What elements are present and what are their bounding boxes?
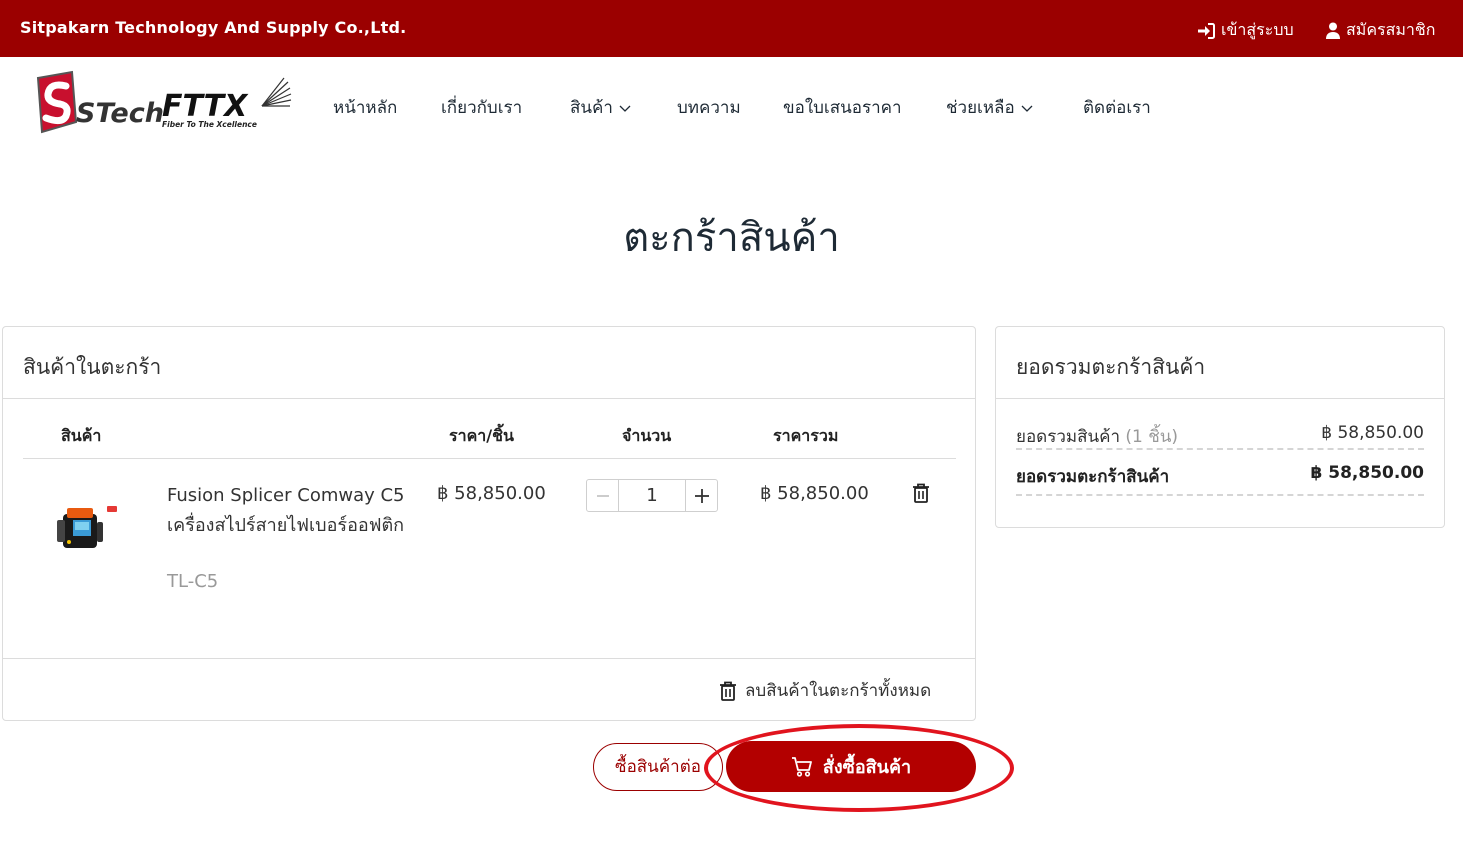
summary-heading: ยอดรวมตะกร้าสินค้า bbox=[1016, 355, 1206, 379]
chevron-down-icon bbox=[1021, 105, 1033, 112]
nav-item-about[interactable]: เกี่ยวกับเรา bbox=[441, 94, 522, 121]
plus-icon bbox=[694, 488, 709, 503]
unit-price: ฿ 58,850.00 bbox=[437, 483, 546, 504]
register-label: สมัครสมาชิก bbox=[1346, 20, 1436, 39]
column-header-total: ราคารวม bbox=[773, 426, 839, 445]
nav-item-contact[interactable]: ติดต่อเรา bbox=[1083, 94, 1151, 121]
subtotal-label: ยอดรวมสินค้า bbox=[1016, 427, 1121, 447]
line-total: ฿ 58,850.00 bbox=[760, 483, 869, 504]
cart-heading: สินค้าในตะกร้า bbox=[23, 355, 162, 379]
sign-in-icon bbox=[1198, 22, 1215, 39]
chevron-down-icon bbox=[619, 105, 631, 112]
nav-item-home[interactable]: หน้าหลัก bbox=[333, 94, 397, 121]
quantity-input[interactable]: 1 bbox=[619, 480, 685, 511]
divider bbox=[1016, 494, 1424, 496]
cart-panel: สินค้าในตะกร้า สินค้า ราคา/ชิ้น จำนวน รา… bbox=[2, 326, 976, 721]
nav-item-help[interactable]: ช่วยเหลือ bbox=[946, 94, 1033, 121]
login-link[interactable]: เข้าสู่ระบบ bbox=[1197, 18, 1294, 43]
nav-item-quotation[interactable]: ขอใบเสนอราคา bbox=[783, 94, 902, 121]
nav-item-articles[interactable]: บทความ bbox=[677, 94, 741, 121]
logo-sub-brand: FTTX bbox=[162, 89, 249, 124]
cart-icon bbox=[791, 756, 812, 777]
column-header-product: สินค้า bbox=[61, 426, 102, 445]
total-value: ฿ 58,850.00 bbox=[1310, 463, 1424, 483]
product-name[interactable]: Fusion Splicer Comway C5 เครื่องสไปร์สาย… bbox=[167, 481, 407, 541]
nav-label: หน้าหลัก bbox=[333, 98, 398, 118]
nav-label: สินค้า bbox=[570, 98, 613, 118]
product-image[interactable] bbox=[55, 502, 121, 554]
nav-label: ติดต่อเรา bbox=[1083, 98, 1151, 118]
subtotal-value: ฿ 58,850.00 bbox=[1321, 423, 1424, 443]
nav-label: เกี่ยวกับเรา bbox=[441, 98, 523, 118]
product-sku: TL-C5 bbox=[167, 571, 219, 592]
checkout-button[interactable]: สั่งซื้อสินค้า bbox=[726, 741, 976, 792]
subtotal-count: (1 ชิ้น) bbox=[1125, 427, 1179, 447]
total-label: ยอดรวมตะกร้าสินค้า bbox=[1016, 467, 1170, 487]
column-header-quantity: จำนวน bbox=[622, 426, 672, 445]
increase-quantity-button[interactable] bbox=[685, 480, 717, 511]
logo-tagline: Fiber To The Xcellence bbox=[162, 120, 257, 129]
logo-brand: STech bbox=[76, 98, 164, 129]
divider bbox=[23, 458, 956, 459]
fiber-rays-icon bbox=[261, 77, 292, 107]
nav-label: บทความ bbox=[677, 98, 741, 118]
checkout-label: สั่งซื้อสินค้า bbox=[822, 757, 912, 778]
nav-label: ช่วยเหลือ bbox=[946, 98, 1015, 118]
cart-panel-header: สินค้าในตะกร้า bbox=[3, 327, 975, 399]
register-link[interactable]: สมัครสมาชิก bbox=[1326, 18, 1435, 43]
stech-logo-mark bbox=[36, 70, 78, 134]
trash-icon[interactable] bbox=[912, 483, 930, 503]
column-header-unit-price: ราคา/ชิ้น bbox=[449, 426, 514, 445]
user-icon bbox=[1326, 22, 1340, 39]
decrease-quantity-button[interactable] bbox=[587, 480, 619, 511]
summary-panel-header: ยอดรวมตะกร้าสินค้า bbox=[996, 327, 1444, 399]
nav-item-products[interactable]: สินค้า bbox=[570, 94, 631, 121]
divider bbox=[3, 658, 975, 659]
site-logo[interactable]: STech FTTX Fiber To The Xcellence bbox=[30, 70, 292, 140]
subtotal-label-group: ยอดรวมสินค้า (1 ชิ้น) bbox=[1016, 423, 1178, 450]
quantity-stepper: 1 bbox=[586, 479, 718, 512]
cart-summary-panel: ยอดรวมตะกร้าสินค้า ยอดรวมสินค้า (1 ชิ้น)… bbox=[995, 326, 1445, 528]
clear-cart-label: ลบสินค้าในตะกร้าทั้งหมด bbox=[745, 681, 932, 701]
continue-shopping-button[interactable]: ซื้อสินค้าต่อ bbox=[593, 743, 723, 791]
minus-icon bbox=[596, 494, 609, 497]
top-bar: Sitpakarn Technology And Supply Co.,Ltd.… bbox=[0, 0, 1463, 57]
divider bbox=[1016, 448, 1424, 450]
page-title: ตะกร้าสินค้า bbox=[623, 215, 840, 261]
trash-icon bbox=[720, 681, 736, 701]
login-label: เข้าสู่ระบบ bbox=[1221, 20, 1294, 39]
nav-label: ขอใบเสนอราคา bbox=[783, 98, 902, 118]
company-name: Sitpakarn Technology And Supply Co.,Ltd. bbox=[20, 18, 407, 37]
clear-cart-button[interactable]: ลบสินค้าในตะกร้าทั้งหมด bbox=[719, 677, 931, 704]
